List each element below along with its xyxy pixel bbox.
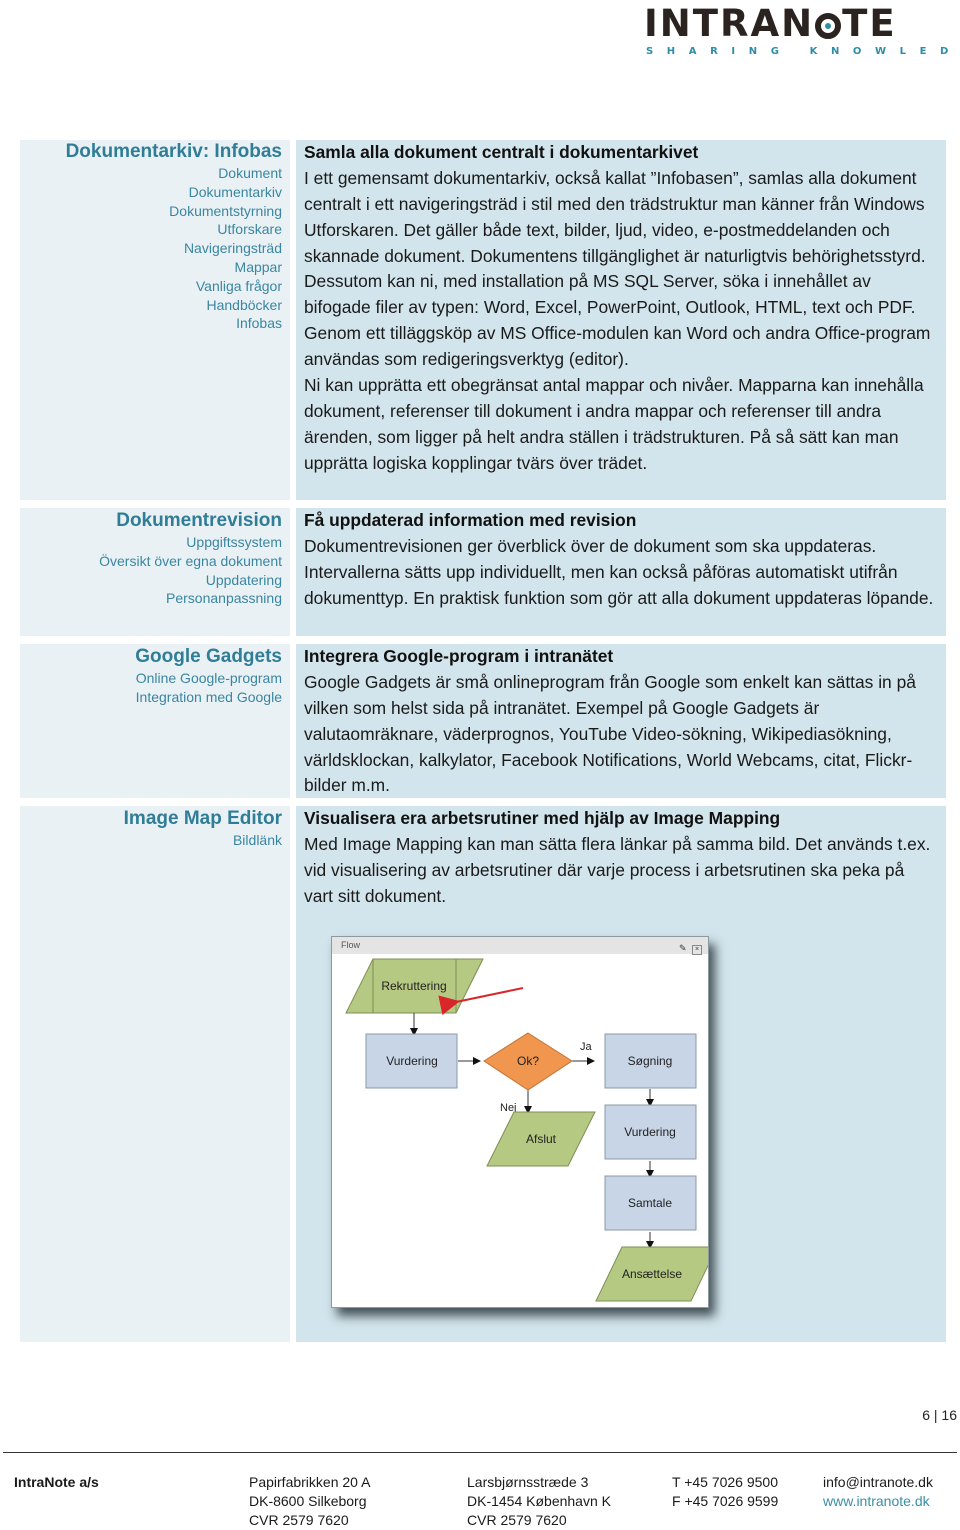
cvr-number: CVR 2579 7620 [249,1512,349,1528]
logo-word-right: TE [842,2,897,45]
cvr-number: CVR 2579 7620 [467,1512,567,1528]
paragraph: Google Gadgets är små onlineprogram från… [304,671,916,796]
sidebar-item[interactable]: Dokument [20,164,282,183]
footer-company: IntraNote a/s [14,1473,99,1492]
page-current: 6 [922,1407,930,1423]
sidebar-title: Dokumentarkiv: Infobas [65,141,282,162]
footer-address-silkeborg: Papirfabrikken 20 A DK-8600 Silkeborg CV… [249,1473,370,1530]
sidebar-item[interactable]: Dokumentarkiv [20,183,282,202]
node-ok-decision[interactable]: Ok? [483,1032,573,1091]
logo-tagline: SHARING KNOWLEDGE [646,46,960,57]
sidebar-title: Dokumentrevision [116,510,282,531]
node-rekruttering[interactable]: Rekruttering [345,958,484,1014]
node-ansaettelse[interactable]: Ansættelse [595,1246,708,1302]
sidebar-item[interactable]: Navigeringsträd [20,239,282,258]
edge-label-yes: Ja [580,1041,593,1053]
sidebar-item[interactable]: Integration med Google [20,688,282,707]
node-afslut[interactable]: Afslut [486,1111,596,1167]
node-label: Ansættelse [622,1267,682,1281]
logo-word-left: INTRAN [644,2,815,45]
node-label: Vurdering [386,1054,438,1068]
section-heading: Samla alla dokument centralt i dokumenta… [304,142,699,162]
page-number: 6 | 16 [922,1407,957,1423]
address-line: Larsbjørnsstræde 3 [467,1474,589,1490]
section-dokumentrevision: Dokumentrevision Uppgiftssystem Översikt… [20,508,946,636]
node-label: Ok? [517,1054,539,1068]
website-link[interactable]: www.intranote.dk [823,1492,933,1511]
flow-screenshot: Flow ✎ × Rekruttering Vurdering Ok? Ja N… [331,936,721,1321]
sidebar-title: Image Map Editor [123,808,282,829]
node-samtale[interactable]: Samtale [604,1175,697,1231]
section-body: Med Image Mapping kan man sätta flera lä… [304,832,938,910]
page-total: 16 [941,1407,957,1423]
node-label: Rekruttering [381,979,446,993]
node-sogning[interactable]: Søgning [604,1033,697,1089]
fax-number: F +45 7026 9599 [672,1493,779,1509]
node-label: Vurdering [624,1125,676,1139]
section-heading: Visualisera era arbetsrutiner med hjälp … [304,808,781,828]
address-line: DK-1454 København K [467,1493,611,1509]
sidebar-item[interactable]: Infobas [20,314,282,333]
section-body: Google Gadgets är små onlineprogram från… [304,670,938,800]
address-line: DK-8600 Silkeborg [249,1493,367,1509]
sidebar-item[interactable]: Online Google-program [20,669,282,688]
footer-divider [3,1452,957,1453]
address-line: Papirfabrikken 20 A [249,1474,371,1490]
flow-window-title: Flow [341,940,361,950]
content-panel: Samla alla dokument centralt i dokumenta… [296,140,946,500]
footer-phone: T +45 7026 9500 F +45 7026 9599 [672,1473,778,1511]
section-heading: Integrera Google-program i intranätet [304,646,614,666]
paragraph: I ett gemensamt dokumentarkiv, också kal… [304,167,926,266]
intranote-logo: INTRAN TE SHARING KNOWLEDGE [644,4,960,58]
sidebar-item[interactable]: Uppdatering [20,571,282,590]
node-label: Samtale [628,1196,672,1210]
node-label: Søgning [628,1054,673,1068]
sidebar-panel: Dokumentarkiv: Infobas Dokument Dokument… [20,140,290,500]
node-vurdering[interactable]: Vurdering [604,1104,697,1160]
node-vurdering[interactable]: Vurdering [365,1033,458,1089]
sidebar-panel: Image Map Editor Bildlänk [20,806,290,1342]
paragraph: Ni kan upprätta ett obegränsat antal map… [304,375,924,473]
content-panel: Integrera Google-program i intranätet Go… [296,644,946,798]
sidebar-title: Google Gadgets [135,646,282,667]
sidebar-panel: Google Gadgets Online Google-program Int… [20,644,290,798]
page-separator: | [933,1407,938,1423]
company-name: IntraNote a/s [14,1474,99,1490]
sidebar-panel: Dokumentrevision Uppgiftssystem Översikt… [20,508,290,636]
sidebar-item[interactable]: Personanpassning [20,589,282,608]
logo-wordmark: INTRAN TE [644,4,897,44]
section-body: Dokumentrevisionen ger överblick över de… [304,534,938,612]
sidebar-item[interactable]: Handböcker [20,296,283,315]
content-panel: Få uppdaterad information med revision D… [296,508,946,636]
sidebar-item[interactable]: Mappar [20,258,282,277]
node-label: Afslut [526,1132,557,1146]
section-heading: Få uppdaterad information med revision [304,510,637,530]
section-dokumentarkiv: Dokumentarkiv: Infobas Dokument Dokument… [20,140,946,500]
footer-contact: info@intranote.dk www.intranote.dk [823,1473,933,1511]
sidebar-item[interactable]: Uppgiftssystem [20,533,282,552]
footer-address-kobenhavn: Larsbjørnsstræde 3 DK-1454 København K C… [467,1473,611,1530]
email-link[interactable]: info@intranote.dk [823,1473,933,1492]
sidebar-item[interactable]: Dokumentstyrning [20,202,282,221]
sidebar-item[interactable]: Översikt över egna dokument [20,552,282,571]
eye-icon [815,13,842,39]
paragraph: Dessutom kan ni, med installation på MS … [304,271,931,370]
flow-diagram: Rekruttering Vurdering Ok? Ja Nej Søgnin… [345,958,708,1302]
section-google-gadgets: Google Gadgets Online Google-program Int… [20,644,946,798]
flow-window: Flow ✎ × Rekruttering Vurdering Ok? Ja N… [331,936,709,1308]
sidebar-item[interactable]: Bildlänk [20,831,282,850]
sidebar-item[interactable]: Vanliga frågor [20,277,282,296]
sidebar-item[interactable]: Utforskare [20,220,282,239]
phone-number: T +45 7026 9500 [672,1474,779,1490]
paragraph: Med Image Mapping kan man sätta flera lä… [304,833,931,906]
section-body: I ett gemensamt dokumentarkiv, också kal… [304,166,938,477]
paragraph: Dokumentrevisionen ger överblick över de… [304,535,934,608]
flow-window-titlebar: Flow ✎ × [332,937,708,955]
